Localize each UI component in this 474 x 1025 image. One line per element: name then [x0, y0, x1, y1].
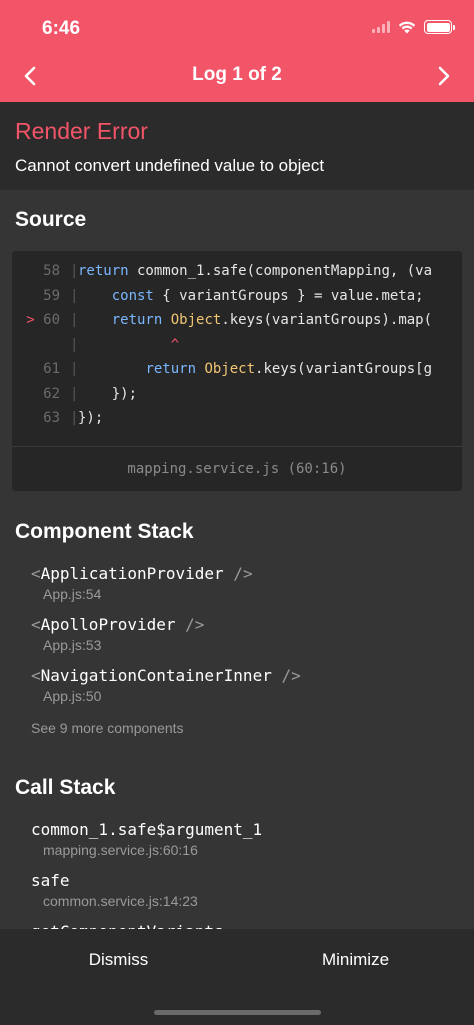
code-line: 61 | return Object.keys(variantGroups[g — [12, 361, 462, 386]
code-text: return common_1.safe(componentMapping, (… — [78, 263, 433, 279]
home-indicator — [154, 1010, 321, 1015]
status-icons — [372, 20, 455, 34]
next-log-button[interactable] — [428, 60, 460, 92]
component-stack-item: <ApplicationProvider /> App.js:54 — [31, 564, 253, 602]
code-text: ^ — [170, 336, 180, 353]
code-text: return Object.keys(variantGroups).map( — [111, 312, 433, 328]
code-line: > 60 | return Object.keys(variantGroups).… — [12, 312, 462, 337]
status-time: 6:46 — [42, 18, 81, 39]
call-stack-heading: Call Stack — [15, 776, 116, 799]
component-name: ApplicationProvider — [40, 564, 224, 583]
code-text: const { variantGroups } = value.meta; — [111, 287, 424, 304]
component-location: App.js:50 — [43, 688, 102, 704]
call-stack-frame[interactable]: safe common.service.js:14:23 — [31, 871, 198, 909]
frame-name: common_1.safe$argument_1 — [31, 820, 263, 839]
battery-icon — [424, 20, 455, 34]
component-stack-item: <NavigationContainerInner /> App.js:50 — [31, 666, 301, 704]
minimize-button[interactable]: Minimize — [237, 929, 474, 991]
dismiss-button[interactable]: Dismiss — [0, 929, 237, 991]
header-bar — [0, 0, 474, 102]
code-text: return Object.keys(variantGroups[g — [145, 361, 433, 377]
line-number: 63 — [43, 410, 60, 426]
source-heading: Source — [15, 208, 87, 231]
frame-name: safe — [31, 871, 70, 890]
error-title: Render Error — [15, 118, 148, 144]
error-panel — [0, 102, 474, 190]
line-number: 62 — [43, 385, 60, 402]
error-message: Cannot convert undefined value to object — [15, 156, 325, 175]
code-text: }); — [78, 385, 138, 402]
component-stack-item: <ApolloProvider /> App.js:53 — [31, 615, 205, 653]
component-name: NavigationContainerInner — [40, 666, 272, 685]
code-line: 62 | }); — [12, 386, 462, 411]
code-text: }); — [78, 410, 104, 426]
see-more-components-link[interactable]: See 9 more components — [31, 720, 184, 736]
code-line: 63 |}); — [12, 410, 462, 435]
line-number: 61 — [43, 361, 60, 377]
code-line: 58 | return common_1.safe(componentMapping… — [12, 263, 462, 288]
cellular-signal-icon — [372, 21, 390, 33]
chevron-right-icon — [438, 66, 450, 86]
code-file-location[interactable]: mapping.service.js (60:16) — [12, 446, 462, 490]
log-title: Log 1 of 2 — [192, 64, 282, 85]
wifi-icon — [398, 21, 416, 34]
line-number: 59 — [43, 287, 60, 304]
code-lines: 58 | return common_1.safe(componentMapping… — [12, 263, 462, 435]
component-location: App.js:53 — [43, 637, 102, 653]
frame-location: common.service.js:14:23 — [43, 893, 198, 909]
call-stack-frame[interactable]: common_1.safe$argument_1 mapping.service… — [31, 820, 262, 858]
frame-location: mapping.service.js:60:16 — [43, 842, 198, 858]
component-location: App.js:54 — [43, 586, 102, 602]
code-line: | ^ — [70, 336, 180, 353]
line-number: 58 — [43, 263, 60, 279]
component-name: ApolloProvider — [40, 615, 176, 634]
code-line: 59 | const { variantGroups } = value.meta… — [12, 288, 462, 313]
line-number: > 60 — [26, 312, 60, 328]
component-stack-heading: Component Stack — [15, 520, 194, 543]
